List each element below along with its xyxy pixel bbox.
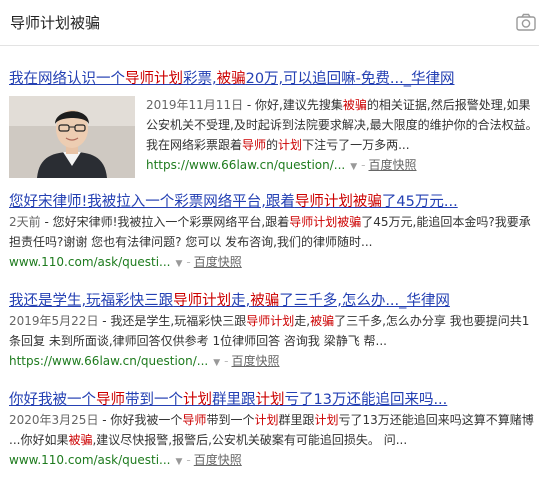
cache-link[interactable]: 百度快照 [194, 453, 242, 467]
highlighted-keyword: 导师计划 [125, 71, 183, 87]
search-result: 您好宋律师!我被拉入一个彩票网络平台,跟着导师计划被骗了45万元... 2天前 … [9, 192, 537, 274]
separator: - [186, 255, 191, 269]
text-segment: 我在网络认识一个 [9, 71, 125, 87]
cache-link[interactable]: 百度快照 [194, 255, 242, 269]
separator: - [361, 158, 366, 172]
result-url[interactable]: www.110.com/ask/questi... [9, 255, 170, 269]
text-segment: 走, [294, 314, 311, 328]
text-segment: 群里跟 [212, 392, 256, 408]
highlighted-keyword: 导师 [242, 138, 267, 152]
result-snippet: 2天前 - 您好宋律师!我被拉入一个彩票网络平台,跟着导师计划被骗了45万元,能… [9, 212, 537, 252]
text-segment: 了三千多,怎么办..._华律网 [279, 293, 450, 309]
result-date: 2天前 [9, 215, 41, 229]
text-segment: 我还是学生,玩福彩快三跟 [9, 293, 174, 309]
result-url[interactable]: https://www.66law.cn/question/... [146, 158, 345, 172]
result-url[interactable]: www.110.com/ask/questi... [9, 453, 170, 467]
highlighted-keyword: 计划 [314, 413, 339, 427]
highlighted-keyword: 导师计划被骗 [294, 194, 382, 210]
highlighted-keyword: 被骗 [342, 98, 367, 112]
camera-icon[interactable] [516, 13, 536, 31]
result-title-link[interactable]: 我还是学生,玩福彩快三跟导师计划走,被骗了三千多,怎么办..._华律网 [9, 291, 537, 311]
text-segment: 下注亏了一万多两... [302, 138, 410, 152]
text-segment: 您好宋律师!我被拉入一个彩票网络平台,跟着 [9, 194, 295, 210]
separator: - [224, 354, 229, 368]
result-url-line: www.110.com/ask/questi... ▼ - 百度快照 [9, 450, 537, 472]
cache-link[interactable]: 百度快照 [369, 158, 417, 172]
text-segment: 群里跟 [278, 413, 315, 427]
text-segment: 亏了13万还能追回来吗... [284, 392, 448, 408]
result-snippet: 2020年3月25日 - 你好我被一个导师带到一个计划群里跟计划亏了13万还能追… [9, 410, 537, 450]
search-result: 我还是学生,玩福彩快三跟导师计划走,被骗了三千多,怎么办..._华律网 2019… [9, 291, 537, 373]
chevron-down-icon[interactable]: ▼ [213, 358, 220, 368]
result-title-link[interactable]: 您好宋律师!我被拉入一个彩票网络平台,跟着导师计划被骗了45万元... [9, 192, 537, 212]
result-snippet: 2019年5月22日 - 我还是学生,玩福彩快三跟导师计划走,被骗了三千多,怎么… [9, 311, 537, 351]
result-title-link[interactable]: 我在网络认识一个导师计划彩票,被骗20万,可以追回嘛-免费..._华律网 [9, 69, 537, 89]
text-segment: 走, [231, 293, 251, 309]
text-segment: 带到一个 [206, 413, 255, 427]
search-bar [0, 0, 539, 46]
highlighted-keyword: 被骗 [68, 433, 93, 447]
result-thumbnail[interactable] [9, 96, 135, 178]
highlighted-keyword: 导师计划被骗 [289, 215, 362, 229]
text-segment: - 你好,建议先搜集 [243, 98, 343, 112]
text-segment: - 你好我被一个 [98, 413, 183, 427]
highlighted-keyword: 计划 [254, 413, 279, 427]
highlighted-keyword: 导师计划 [173, 293, 232, 309]
highlighted-keyword: 导师计划 [246, 314, 295, 328]
text-segment: 的 [266, 138, 279, 152]
search-result: 你好我被一个导师带到一个计划群里跟计划亏了13万还能追回来吗... 2020年3… [9, 390, 537, 472]
text-segment: - 您好宋律师!我被拉入一个彩票网络平台,跟着 [40, 215, 290, 229]
text-segment: 你好我被一个 [9, 392, 96, 408]
highlighted-keyword: 计划 [255, 392, 285, 408]
highlighted-keyword: 被骗 [310, 314, 335, 328]
text-segment: ,建议尽快报警,报警后,公安机关破案有可能追回损失。 问... [92, 433, 408, 447]
search-input[interactable] [10, 8, 500, 36]
chevron-down-icon[interactable]: ▼ [175, 259, 182, 269]
result-date: 2019年11月11日 [146, 98, 244, 112]
result-date: 2019年5月22日 [9, 314, 99, 328]
result-url[interactable]: https://www.66law.cn/question/... [9, 354, 208, 368]
result-url-line: https://www.66law.cn/question/... ▼ - 百度快照 [9, 351, 537, 373]
text-segment: 带到一个 [125, 392, 183, 408]
text-segment: 20万,可以追回嘛-免费..._华律网 [245, 71, 455, 87]
search-result: 我在网络认识一个导师计划彩票,被骗20万,可以追回嘛-免费..._华律网 [9, 69, 537, 89]
text-segment: 了45万元... [381, 194, 458, 210]
result-date: 2020年3月25日 [9, 413, 99, 427]
result-url-line: www.110.com/ask/questi... ▼ - 百度快照 [9, 252, 537, 274]
result-snippet: 2019年11月11日 - 你好,建议先搜集被骗的相关证据,然后报警处理,如果公… [146, 95, 538, 155]
text-segment: - 我还是学生,玩福彩快三跟 [98, 314, 247, 328]
chevron-down-icon[interactable]: ▼ [175, 457, 182, 467]
highlighted-keyword: 导师 [96, 392, 125, 408]
text-segment: 彩票, [183, 71, 217, 87]
result-title-link[interactable]: 你好我被一个导师带到一个计划群里跟计划亏了13万还能追回来吗... [9, 390, 537, 410]
highlighted-keyword: 计划 [183, 392, 212, 408]
highlighted-keyword: 被骗 [250, 293, 280, 309]
cache-link[interactable]: 百度快照 [232, 354, 280, 368]
result-url-line: https://www.66law.cn/question/... ▼ - 百度快照 [146, 155, 538, 177]
highlighted-keyword: 计划 [278, 138, 303, 152]
chevron-down-icon[interactable]: ▼ [350, 162, 357, 172]
highlighted-keyword: 导师 [182, 413, 207, 427]
separator: - [186, 453, 191, 467]
highlighted-keyword: 被骗 [216, 71, 246, 87]
